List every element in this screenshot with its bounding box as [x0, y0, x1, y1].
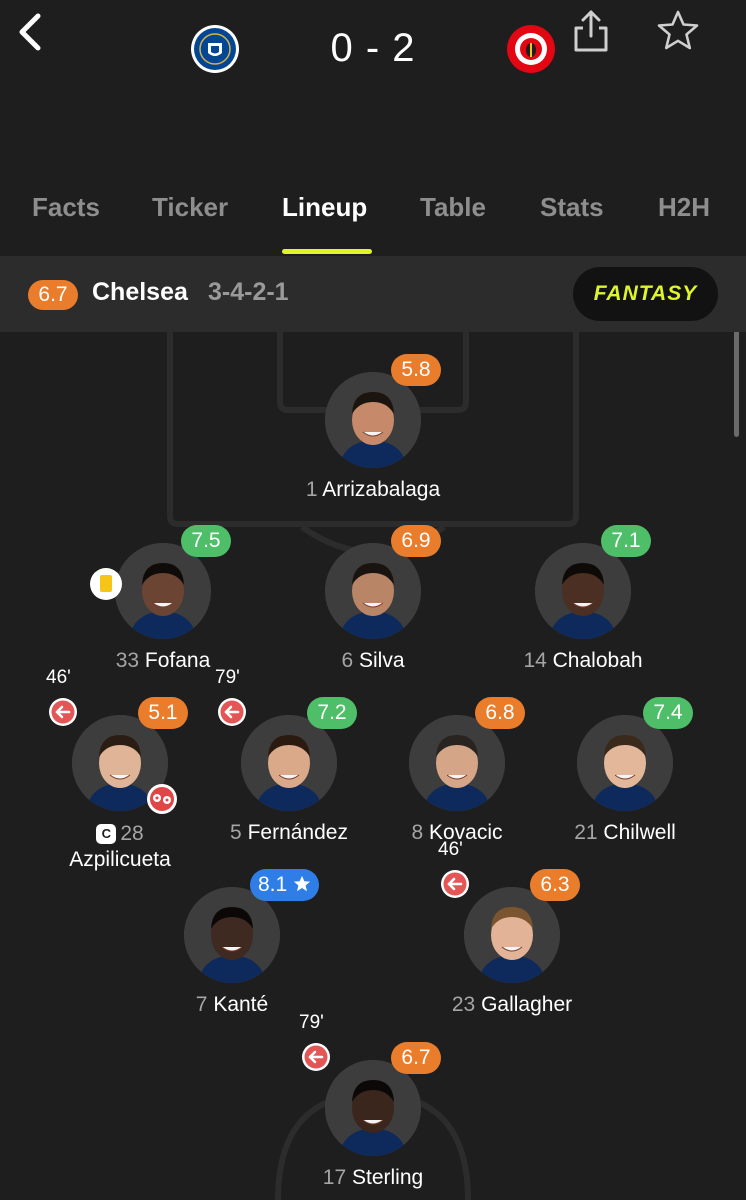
player-card[interactable]: 6.9 6 Silva — [263, 525, 483, 693]
tab-table[interactable]: Table — [420, 192, 486, 223]
captain-badge-icon: C — [96, 824, 117, 844]
chelsea-crest-icon[interactable] — [190, 24, 240, 74]
player-rating-badge: 6.9 — [391, 525, 441, 557]
tab-lineup[interactable]: Lineup — [282, 192, 367, 223]
player-photo[interactable] — [535, 543, 631, 639]
player-photo[interactable] — [409, 715, 505, 811]
player-number: 33 — [115, 649, 140, 672]
tab-stats[interactable]: Stats — [540, 192, 604, 223]
yellow-card-icon — [89, 567, 123, 601]
player-photo[interactable] — [577, 715, 673, 811]
player-name: Kanté — [213, 993, 269, 1016]
lineup-pitch: 5.8 1 Arrizabalaga 7.5 33 Fofana 6.9 6 Sil… — [0, 332, 746, 1200]
player-name: Silva — [359, 649, 405, 672]
substitution-minute: 79' — [299, 1012, 324, 1033]
player-number: 8 — [411, 821, 424, 844]
player-name-label: 21 Chilwell — [515, 821, 735, 845]
player-name-label: 17 Sterling — [263, 1166, 483, 1190]
player-name-label: 1 Arrizabalaga — [263, 478, 483, 502]
player-card[interactable]: 7.1 14 Chalobah — [473, 525, 693, 693]
player-photo[interactable] — [464, 887, 560, 983]
substitution-minute: 46' — [46, 667, 71, 688]
player-number: 7 — [195, 993, 208, 1016]
player-number: 21 — [574, 821, 598, 844]
player-rating-badge: 6.7 — [391, 1042, 441, 1074]
player-photo[interactable] — [325, 543, 421, 639]
back-chevron-icon[interactable] — [14, 12, 48, 52]
team-rating-badge: 6.7 — [28, 280, 78, 310]
fantasy-button[interactable]: FANTASY — [573, 267, 718, 321]
match-tabs: Facts Ticker Lineup Table Stats H2H — [0, 180, 746, 256]
player-name-label: 14 Chalobah — [473, 649, 693, 673]
substitution-out-icon — [440, 869, 470, 899]
player-number: 5 — [230, 821, 242, 844]
player-name: Arrizabalaga — [322, 478, 441, 501]
player-rating-value: 7.1 — [611, 529, 641, 552]
player-rating-value: 8.1 — [258, 873, 288, 896]
share-icon[interactable] — [570, 8, 612, 54]
player-name: Sterling — [352, 1166, 424, 1189]
player-rating-value: 5.8 — [401, 358, 431, 381]
team-header: 6.7 Chelsea 3-4-2-1 FANTASY — [0, 256, 746, 332]
player-number: 14 — [523, 649, 547, 672]
player-card[interactable]: 5.8 1 Arrizabalaga — [263, 354, 483, 522]
player-rating-value: 5.1 — [148, 701, 178, 724]
player-name-label: 33 Fofana — [53, 649, 273, 673]
player-rating-badge: 7.1 — [601, 525, 651, 557]
player-card[interactable]: 7.4 21 Chilwell — [515, 697, 735, 865]
match-header: 0 - 2 — [0, 0, 746, 110]
player-rating-value: 7.2 — [317, 701, 347, 724]
player-rating-value: 6.7 — [401, 1046, 431, 1069]
player-photo[interactable] — [325, 372, 421, 468]
own-goal-ball-icon — [146, 783, 178, 815]
scrollbar[interactable] — [734, 332, 739, 437]
substitution-minute: 79' — [215, 667, 240, 688]
player-rating-value: 7.4 — [653, 701, 683, 724]
favorite-star-icon[interactable] — [654, 8, 702, 54]
player-rating-value: 6.9 — [401, 529, 431, 552]
tab-h2h[interactable]: H2H — [658, 192, 710, 223]
player-rating-value: 7.5 — [191, 529, 221, 552]
player-photo[interactable] — [325, 1060, 421, 1156]
match-score: 0 - 2 — [330, 26, 416, 70]
player-name: Fernández — [247, 821, 348, 844]
player-rating-value: 6.3 — [540, 873, 570, 896]
player-name-label: 23 Gallagher — [402, 993, 622, 1017]
player-rating-value: 6.8 — [485, 701, 515, 724]
player-card[interactable]: 6.3 46' 23 Gallagher — [402, 839, 622, 1037]
player-name: Gallagher — [481, 993, 573, 1016]
star-icon — [287, 873, 311, 896]
substitution-out-icon — [217, 697, 247, 727]
team-formation: 3-4-2-1 — [208, 278, 289, 306]
player-number: 17 — [322, 1166, 347, 1189]
player-photo[interactable] — [241, 715, 337, 811]
player-number: 6 — [341, 649, 354, 672]
player-rating-badge: 6.3 — [530, 869, 580, 901]
player-name-label: 6 Silva — [263, 649, 483, 673]
player-name: Chalobah — [552, 649, 643, 672]
player-number: 23 — [451, 993, 476, 1016]
team-name: Chelsea — [92, 278, 188, 306]
player-photo[interactable] — [184, 887, 280, 983]
player-card[interactable]: 7.5 33 Fofana — [53, 525, 273, 693]
player-number: 1 — [305, 478, 318, 501]
active-tab-indicator — [282, 249, 372, 254]
player-card[interactable]: 6.7 79' 17 Sterling — [263, 1012, 483, 1200]
brentford-crest-icon[interactable] — [506, 24, 556, 74]
player-name: Chilwell — [603, 821, 676, 844]
player-name: Fofana — [144, 649, 211, 672]
tab-ticker[interactable]: Ticker — [152, 192, 228, 223]
player-photo[interactable] — [115, 543, 211, 639]
substitution-minute: 46' — [438, 839, 463, 860]
player-rating-badge: 7.5 — [181, 525, 231, 557]
player-name: Azpilicueta — [69, 848, 171, 871]
player-rating-badge: 7.4 — [643, 697, 693, 729]
player-rating-badge: 8.1 — [250, 869, 320, 901]
tab-facts[interactable]: Facts — [32, 192, 100, 223]
substitution-out-icon — [301, 1042, 331, 1072]
player-rating-badge: 5.8 — [391, 354, 441, 386]
substitution-out-icon — [48, 697, 78, 727]
player-number: 28 — [120, 822, 144, 845]
